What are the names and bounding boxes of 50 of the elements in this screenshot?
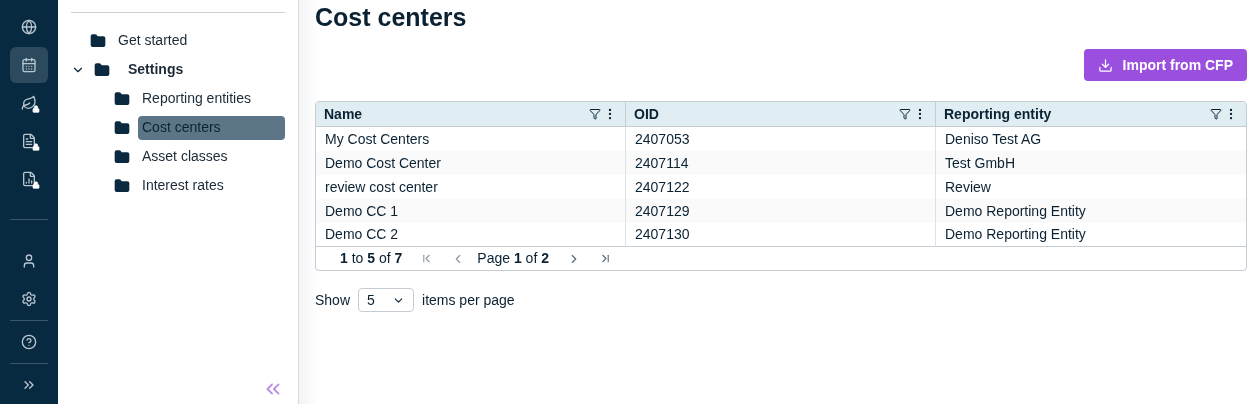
table-cell-text: Demo CC 1 [325,201,399,221]
table-cell-text: 2407129 [635,201,690,221]
page-size-select[interactable]: 5 [358,288,415,312]
filter-icon[interactable] [589,108,601,120]
table-cell-text: Demo CC 2 [325,225,399,244]
table-cell-text: Demo Cost Center [325,153,441,173]
help-icon [21,334,37,351]
table-cell-text: Review [945,177,991,197]
folder-icon [114,148,130,165]
tree-item[interactable]: Settings [124,57,188,82]
tree-item[interactable]: Get started [114,28,192,53]
folder-icon [90,32,106,49]
table-cell-text: My Cost Centers [325,129,430,149]
user-icon [21,253,37,270]
row-range: 1 to 5 of 7 [340,249,403,268]
folder-icon [114,90,130,107]
filter-icon[interactable] [1210,108,1222,120]
table-cell-text: Deniso Test AG [945,129,1042,149]
tree-item[interactable]: Reporting entities [138,86,255,111]
filter-icon[interactable] [899,108,911,120]
column-header[interactable]: Reporting entity [944,103,1210,125]
show-label: Show [315,290,351,310]
chart-lock-icon [21,170,37,187]
items-per-page-label: items per page [422,290,515,310]
leaf-lock-icon [21,94,37,111]
settings-icon [21,291,37,308]
last-page-icon[interactable] [599,252,612,265]
table-cell-text: 2407122 [635,177,690,197]
rail-button[interactable] [10,46,48,83]
download-icon [1097,57,1113,73]
folder-icon [94,61,110,78]
table-cell-text: Test GmbH [945,153,1015,173]
column-header[interactable]: OID [634,103,899,125]
import-button[interactable]: Import from CFP [1083,49,1247,81]
table-cell-text: 2407130 [635,225,690,244]
table-cell-text: 2407053 [635,129,690,149]
table-cell-text: 2407114 [635,153,689,173]
tree-item[interactable]: Asset classes [138,144,232,169]
globe-icon [21,18,37,35]
document-lock-icon [21,132,37,149]
table-cell-text: Demo Reporting Entity [945,201,1086,221]
column-header[interactable]: Name [324,103,589,125]
table-cell-text: Demo Reporting Entity [945,225,1086,244]
tree-item[interactable]: Interest rates [138,173,228,198]
folder-icon [114,177,130,194]
page-indicator: Page 1 of 2 [477,250,549,266]
calendar-icon [21,56,37,73]
table-cell-text: review cost center [325,177,438,197]
page-title: Cost centers [315,2,468,33]
folder-icon [114,119,130,136]
